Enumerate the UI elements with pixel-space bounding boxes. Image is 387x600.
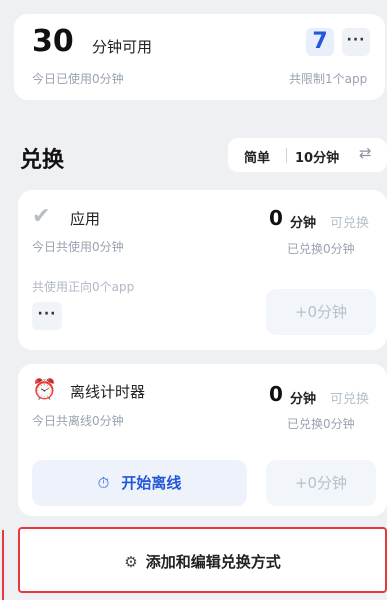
summary-card: 30 分钟可用 今日已使用0分钟 7 ··· 共限制1个app <box>14 14 385 100</box>
timer-redeemed-text: 已兑换0分钟 <box>287 417 355 431</box>
app-badge-icon[interactable]: 7 <box>306 28 334 56</box>
summary-more-button[interactable]: ··· <box>342 28 370 56</box>
offline-today-text: 今日共离线0分钟 <box>32 414 124 428</box>
check-icon: ✔ <box>32 204 51 229</box>
limited-apps-text: 共限制1个app <box>289 72 368 86</box>
app-add-minutes-button[interactable]: +0分钟 <box>266 289 376 335</box>
exchange-mode-selector[interactable]: 简单 10分钟 ⇄ <box>228 138 387 172</box>
app-used-text: 今日共使用0分钟 <box>32 240 124 254</box>
app-minutes-value: 0 <box>269 206 283 230</box>
gear-icon: ⚙ <box>124 553 138 571</box>
add-edit-methods-button[interactable]: ⚙ 添加和编辑兑换方式 <box>18 527 387 593</box>
start-offline-button[interactable]: ⏱ 开始离线 <box>32 460 247 506</box>
mode-divider <box>286 148 287 163</box>
app-redeemed-text: 已兑换0分钟 <box>287 242 355 256</box>
timer-add-minutes-button[interactable]: +0分钟 <box>266 460 376 506</box>
offline-timer-title: 离线计时器 <box>70 383 146 401</box>
alarm-clock-icon: ⏰ <box>32 377 57 401</box>
start-offline-label: 开始离线 <box>121 474 182 492</box>
app-minutes-unit: 分钟 <box>290 216 317 231</box>
app-exchange-title: 应用 <box>70 210 101 228</box>
timer-redeem-link[interactable]: 可兑换 <box>330 388 369 407</box>
timer-minutes-value: 0 <box>269 382 283 406</box>
positive-apps-text: 共使用正向0个app <box>32 280 135 294</box>
available-minutes: 30 <box>32 24 74 59</box>
add-edit-methods-label: 添加和编辑兑换方式 <box>145 553 281 571</box>
swap-icon[interactable]: ⇄ <box>359 144 372 162</box>
app-more-button[interactable]: ··· <box>32 302 62 330</box>
stopwatch-icon: ⏱ <box>97 474 110 492</box>
offline-timer-card: ⏰ 离线计时器 0 分钟 可兑换 今日共离线0分钟 已兑换0分钟 ⏱ 开始离线 +… <box>18 364 387 516</box>
timer-minutes-unit: 分钟 <box>290 392 317 407</box>
available-label: 分钟可用 <box>92 38 153 56</box>
used-today-text: 今日已使用0分钟 <box>32 72 124 86</box>
app-exchange-card: ✔ 应用 0 分钟 可兑换 今日共使用0分钟 已兑换0分钟 共使用正向0个app… <box>18 190 387 350</box>
exchange-title: 兑换 <box>20 148 65 173</box>
red-highlight-edge <box>2 530 4 600</box>
mode-simple-label: 简单 <box>244 151 271 166</box>
mode-minutes-label: 10分钟 <box>295 151 340 166</box>
app-redeem-link[interactable]: 可兑换 <box>330 212 369 231</box>
